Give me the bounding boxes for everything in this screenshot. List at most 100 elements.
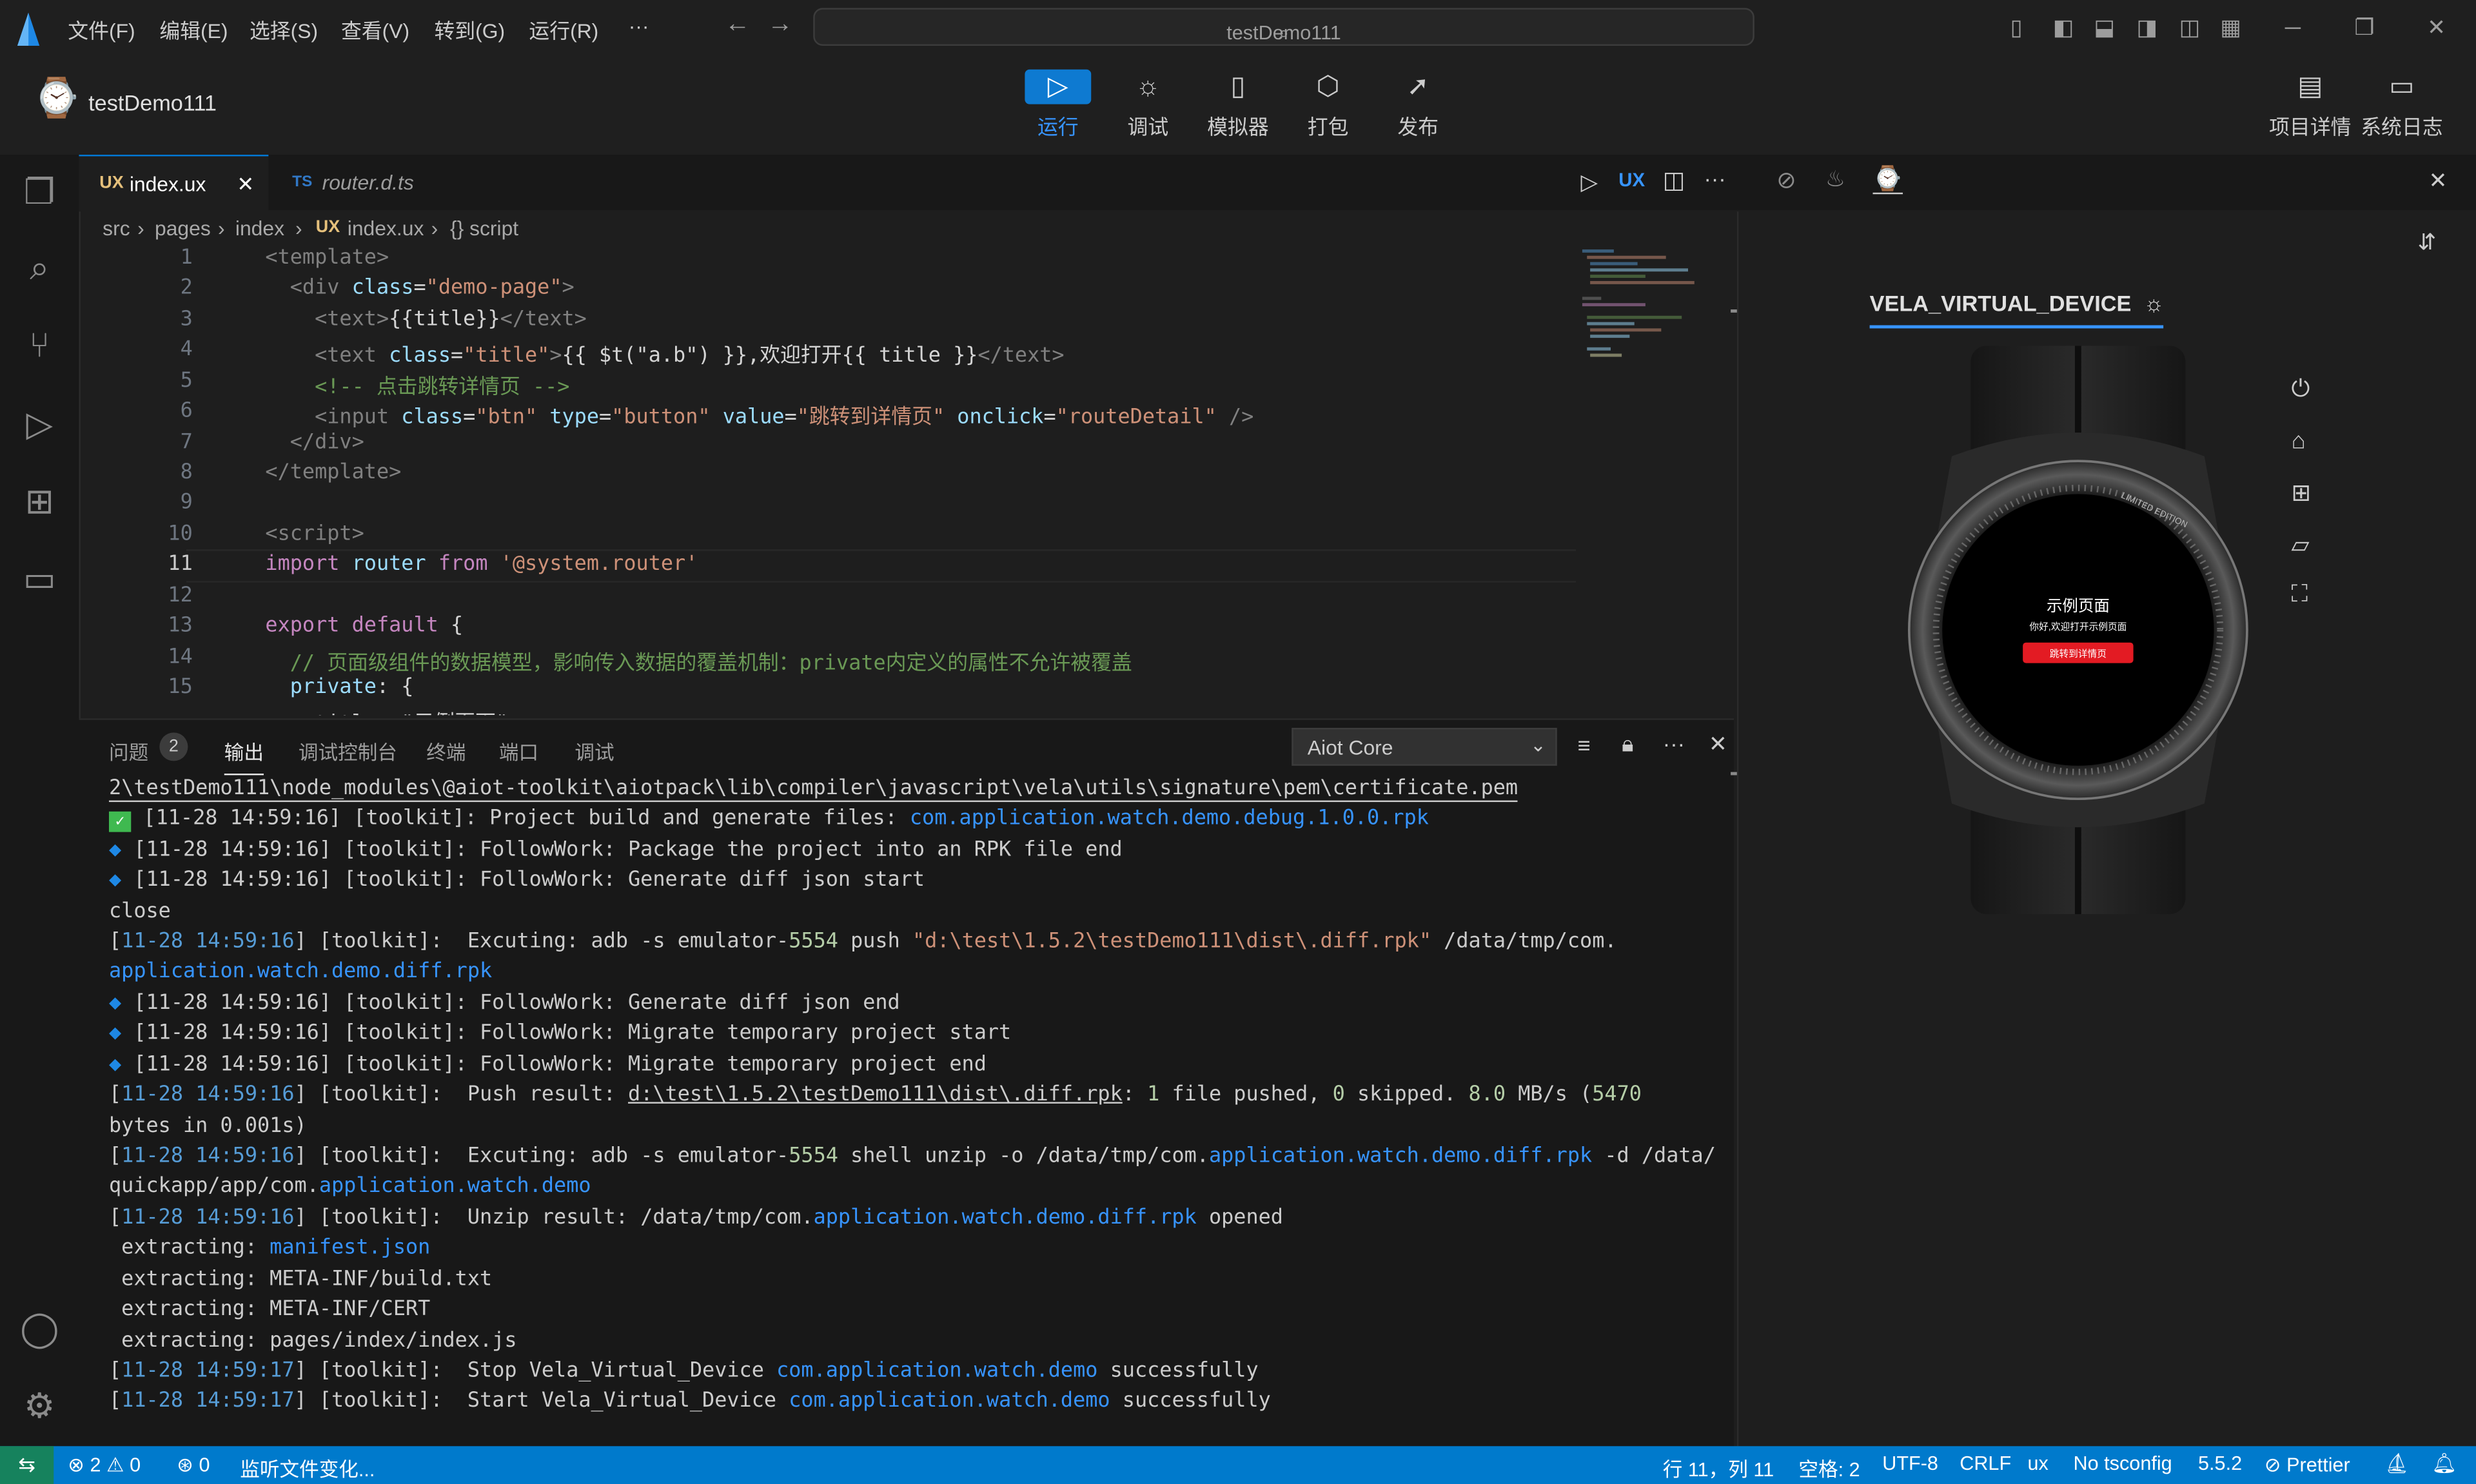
smartwatch-preview[interactable]: LIMITED EDITION 示例页面 你好,欢迎打开示例页面 跳转到详情页 — [1889, 346, 2268, 914]
forward-arrow-icon[interactable]: → — [767, 11, 792, 39]
breadcrumb-src[interactable]: src — [103, 217, 130, 240]
line-number: 3 — [180, 308, 193, 332]
tab-terminal[interactable]: 终端 — [426, 736, 466, 766]
split-editor-icon[interactable]: ◫ — [1663, 166, 1685, 195]
menu-file[interactable]: 文件(F) — [68, 14, 135, 44]
menu-selection[interactable]: 选择(S) — [250, 14, 318, 44]
remote-icon[interactable]: ⇆ — [0, 1446, 54, 1484]
panel-toggle-icon[interactable]: ⬓ — [2094, 14, 2114, 41]
back-arrow-icon[interactable]: ← — [725, 11, 750, 39]
encoding[interactable]: UTF-8 — [1882, 1452, 1938, 1474]
source-control-icon[interactable]: ⑂ — [17, 324, 62, 368]
more-actions-icon[interactable]: ··· — [1663, 731, 1685, 756]
code-editor[interactable]: 1 2 3 4 5 6 7 8 9 10 11 12 13 14 15 <tem… — [79, 246, 1753, 717]
close-window-icon[interactable]: ✕ — [2427, 14, 2446, 41]
tsconfig-status[interactable]: No tsconfig — [2074, 1452, 2172, 1474]
notifications-bell-icon[interactable]: 🔔︎ — [2432, 1452, 2457, 1476]
publish-button[interactable]: ➚ 发布 — [1379, 70, 1457, 146]
ports-indicator[interactable]: ⊛ 0 — [177, 1452, 210, 1476]
app-toolbar: ⌚ testDemo111 ▷ 运行 ☼ 调试 ▯ 模拟器 ⬡ 打包 ➚ 发布 … — [0, 57, 2476, 157]
customize-layout-icon[interactable]: ▦ — [2220, 14, 2241, 41]
minimap[interactable] — [1582, 246, 1696, 388]
search-sidebar-icon[interactable]: ⌕ — [17, 246, 62, 291]
close-tab-icon[interactable]: ✕ — [237, 156, 254, 211]
system-log-button[interactable]: ▭ 系统日志 — [2356, 70, 2448, 146]
debug-button[interactable]: ☼ 调试 — [1108, 70, 1187, 146]
tab-index-ux[interactable]: UX index.ux ✕ — [79, 155, 269, 212]
lock-scroll-icon[interactable]: 🔒︎ — [1622, 731, 1633, 758]
tab-ports[interactable]: 端口 — [499, 736, 538, 766]
settings-gear-icon[interactable]: ⚙ — [17, 1385, 62, 1429]
restore-icon[interactable]: ❐ — [2354, 14, 2374, 41]
language-mode[interactable]: ux — [2028, 1452, 2049, 1474]
run-debug-icon[interactable]: ▷ — [17, 402, 62, 447]
simulator-button[interactable]: ▯ 模拟器 — [1199, 70, 1277, 146]
flame-icon[interactable]: ♨ — [1825, 166, 1845, 193]
breadcrumb-symbol[interactable]: {} script — [450, 217, 518, 240]
menu-go[interactable]: 转到(G) — [434, 14, 505, 44]
vela-icon[interactable]: ⛵︎ — [2384, 1452, 2410, 1476]
output-channel-select[interactable]: Aiot Core ⌄ — [1292, 727, 1557, 766]
prettier-status[interactable]: ⊘ Prettier — [2265, 1452, 2350, 1476]
watching-status: 监听文件变化... — [240, 1458, 375, 1481]
screenshot-icon[interactable]: ▱ — [2291, 531, 2309, 559]
remote-explorer-icon[interactable]: ▭ — [17, 557, 62, 601]
home-icon[interactable]: ⌂ — [2291, 428, 2305, 455]
app-logo-icon — [17, 12, 40, 46]
breadcrumb-file[interactable]: index.ux — [348, 217, 424, 240]
line-number: 2 — [180, 276, 193, 300]
line-number: 15 — [168, 676, 193, 699]
menu-edit[interactable]: 编辑(E) — [159, 14, 228, 44]
line-number: 6 — [180, 399, 193, 424]
code-line: <text class="title">{{ $t("a.b") }},欢迎打开… — [265, 344, 1065, 368]
compass-icon[interactable]: ⊘ — [1776, 166, 1796, 195]
package-button[interactable]: ⬡ 打包 — [1288, 70, 1367, 146]
line-number: 14 — [168, 645, 193, 670]
power-icon[interactable]: ⏻ — [2291, 376, 2310, 403]
menu-run[interactable]: 运行(R) — [529, 14, 598, 44]
close-device-panel-icon[interactable]: ✕ — [2429, 168, 2448, 195]
secondary-sidebar-icon[interactable]: ◨ — [2136, 14, 2157, 41]
command-search[interactable]: ⌕ testDemo111 — [813, 8, 1754, 46]
menu-more[interactable]: ··· — [629, 14, 649, 38]
more-actions-icon[interactable]: ··· — [1704, 166, 1725, 191]
errors-indicator[interactable]: ⊗ 2 ⚠ 0 — [68, 1452, 141, 1476]
bug-icon: ☼ — [2143, 290, 2165, 316]
ux-preview-icon[interactable]: UX — [1618, 169, 1645, 191]
watch-device-icon[interactable]: ⌚ — [1872, 164, 1903, 195]
clear-output-icon[interactable]: ≡ — [1578, 732, 1591, 757]
run-button[interactable]: ▷ 运行 — [1019, 69, 1097, 146]
breadcrumb-index[interactable]: index — [235, 217, 284, 240]
tab-output[interactable]: 输出 — [224, 736, 264, 776]
minimize-icon[interactable]: ─ — [2285, 14, 2301, 39]
apps-grid-icon[interactable]: ⊞ — [2291, 478, 2311, 507]
fullscreen-icon[interactable]: ⛶ — [2291, 581, 2308, 608]
layout-split-icon[interactable]: ◫ — [2179, 14, 2200, 41]
sidebar-toggle-icon[interactable]: ◧ — [2053, 14, 2074, 41]
cursor-position[interactable]: 行 11，列 11 — [1663, 1452, 1774, 1483]
account-icon[interactable]: ◯ — [17, 1307, 62, 1352]
tab-debug-console[interactable]: 调试控制台 — [299, 736, 397, 766]
menu-view[interactable]: 查看(V) — [341, 14, 409, 44]
indentation[interactable]: 空格: 2 — [1798, 1452, 1860, 1483]
tab-router-d-ts[interactable]: TS router.d.ts — [270, 155, 475, 210]
tab-debug[interactable]: 调试 — [575, 736, 614, 766]
system-log-label: 系统日志 — [2361, 115, 2443, 139]
breadcrumb-pages[interactable]: pages — [155, 217, 211, 240]
swap-icon[interactable]: ⇵ — [2417, 229, 2436, 256]
tab-problems[interactable]: 问题 — [109, 736, 148, 766]
line-ending[interactable]: CRLF — [1960, 1452, 2011, 1474]
explorer-icon[interactable]: ❐ — [17, 170, 62, 215]
extensions-icon[interactable]: ⊞ — [17, 480, 62, 524]
output-line: quickapp/app/com.application.watch.demo — [108, 1175, 591, 1198]
project-details-button[interactable]: ▤ 项目详情 — [2265, 70, 2356, 146]
run-file-icon[interactable]: ▷ — [1580, 169, 1597, 196]
code-line: // 页面级组件的数据模型，影响传入数据的覆盖机制：private内定义的属性不… — [265, 652, 1132, 676]
output-line: extracting: manifest.json — [108, 1236, 431, 1260]
close-panel-icon[interactable]: ✕ — [1709, 731, 1727, 758]
problems-count-badge: 2 — [159, 732, 188, 761]
layout-toggle-icon[interactable]: ▯ — [2010, 14, 2023, 41]
device-title[interactable]: VELA_VIRTUAL_DEVICE ☼ — [1869, 290, 2165, 329]
code-line-partial: title: "示例页面" — [265, 706, 508, 715]
ts-version[interactable]: 5.5.2 — [2198, 1452, 2242, 1474]
